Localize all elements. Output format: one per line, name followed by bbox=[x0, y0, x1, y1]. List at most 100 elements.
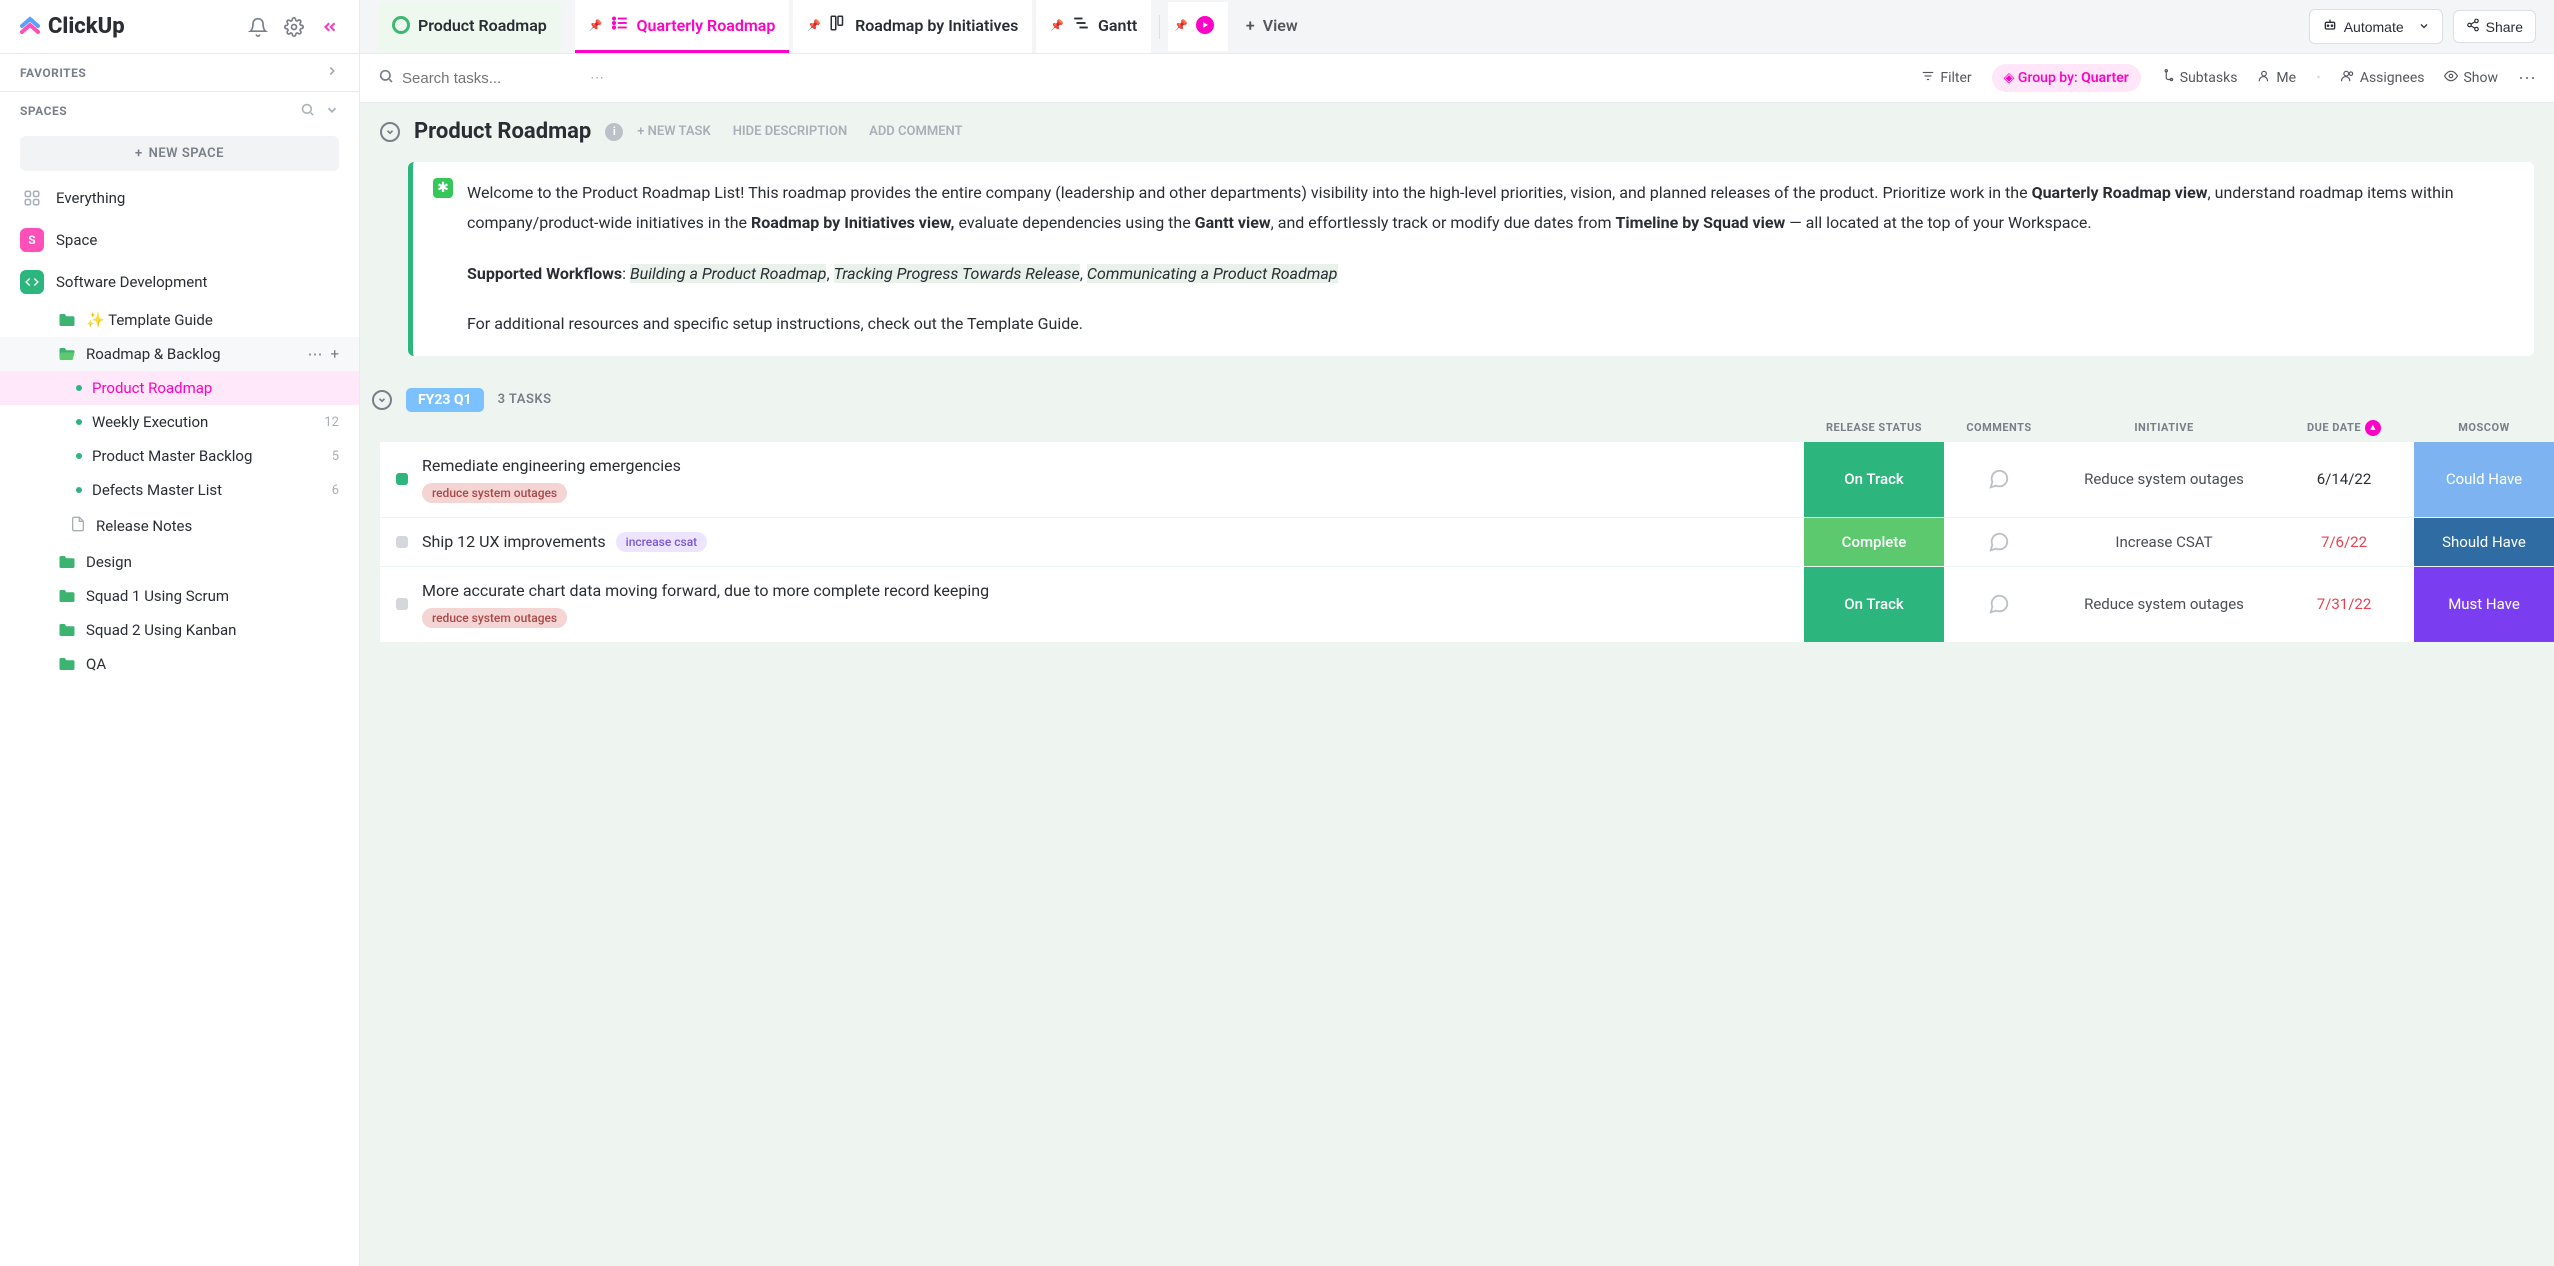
leaf-defects-count: 6 bbox=[332, 483, 339, 498]
filter-button[interactable]: Filter bbox=[1921, 69, 1971, 87]
comments-cell[interactable] bbox=[1944, 442, 2054, 517]
comments-cell[interactable] bbox=[1944, 567, 2054, 642]
tab-quarterly-roadmap[interactable]: 📌 Quarterly Roadmap bbox=[575, 0, 790, 53]
collapse-list-icon[interactable] bbox=[380, 122, 400, 142]
folder-icon bbox=[58, 312, 76, 328]
nav-space[interactable]: S Space bbox=[0, 219, 359, 261]
share-button[interactable]: Share bbox=[2453, 10, 2536, 43]
more-icon[interactable]: ⋯ bbox=[307, 345, 322, 363]
collapse-group-icon[interactable] bbox=[372, 390, 392, 410]
show-button[interactable]: Show bbox=[2444, 69, 2498, 87]
release-status-cell[interactable]: On Track bbox=[1804, 442, 1944, 517]
task-status-checkbox[interactable] bbox=[396, 536, 408, 548]
col-due-header[interactable]: DUE DATE ▲ bbox=[2274, 420, 2414, 436]
group-by-button[interactable]: ◈ Group by: Quarter bbox=[1992, 64, 2141, 92]
search-input[interactable] bbox=[402, 70, 582, 87]
tree-squad2[interactable]: Squad 2 Using Kanban bbox=[0, 613, 359, 647]
list-view-icon bbox=[611, 14, 629, 36]
task-status-checkbox[interactable] bbox=[396, 473, 408, 485]
filter-icon bbox=[1921, 69, 1935, 87]
logo[interactable]: ClickUp bbox=[18, 14, 125, 39]
moscow-cell[interactable]: Must Have bbox=[2414, 567, 2554, 642]
space-circle-icon bbox=[392, 16, 410, 34]
search-more-icon[interactable]: ⋯ bbox=[590, 70, 604, 86]
task-row[interactable]: Ship 12 UX improvements increase csat Comp… bbox=[380, 518, 2554, 567]
due-date-cell[interactable]: 7/31/22 bbox=[2274, 567, 2414, 642]
task-tag[interactable]: reduce system outages bbox=[422, 608, 567, 628]
settings-gear-icon[interactable] bbox=[283, 16, 305, 38]
add-view-button[interactable]: + View bbox=[1232, 2, 1312, 52]
group-pill[interactable]: FY23 Q1 bbox=[406, 388, 484, 412]
chevron-down-icon bbox=[2418, 19, 2430, 35]
tree-squad1[interactable]: Squad 1 Using Scrum bbox=[0, 579, 359, 613]
tab-roadmap-initiatives[interactable]: 📌 Roadmap by Initiatives bbox=[793, 0, 1032, 53]
collapse-sidebar-icon[interactable] bbox=[319, 16, 341, 38]
tab-next-indicator[interactable]: 📌 bbox=[1168, 2, 1228, 51]
nav-everything[interactable]: Everything bbox=[0, 177, 359, 219]
assignees-button[interactable]: Assignees bbox=[2341, 69, 2425, 87]
pin-icon: 📌 bbox=[1174, 19, 1188, 32]
task-row[interactable]: Remediate engineering emergencies reduce … bbox=[380, 442, 2554, 518]
col-initiative-header[interactable]: INITIATIVE bbox=[2054, 421, 2274, 434]
tab-gantt[interactable]: 📌 Gantt bbox=[1036, 0, 1151, 53]
spaces-header[interactable]: SPACES bbox=[0, 92, 359, 130]
task-name-cell: More accurate chart data moving forward,… bbox=[380, 567, 1804, 642]
subtasks-button[interactable]: Subtasks bbox=[2161, 69, 2238, 87]
toolbar-divider: • bbox=[2316, 70, 2321, 86]
release-status-cell[interactable]: On Track bbox=[1804, 567, 1944, 642]
task-name[interactable]: Ship 12 UX improvements bbox=[422, 532, 606, 551]
me-button[interactable]: Me bbox=[2257, 69, 2296, 87]
task-name[interactable]: Remediate engineering emergencies bbox=[422, 456, 681, 475]
notifications-icon[interactable] bbox=[247, 16, 269, 38]
task-tag[interactable]: reduce system outages bbox=[422, 483, 567, 503]
task-row[interactable]: More accurate chart data moving forward,… bbox=[380, 567, 2554, 643]
tree-design[interactable]: Design bbox=[0, 545, 359, 579]
task-tag[interactable]: increase csat bbox=[616, 532, 708, 552]
sort-asc-icon[interactable]: ▲ bbox=[2365, 420, 2381, 436]
tab-space[interactable]: Product Roadmap bbox=[378, 2, 561, 52]
comments-cell[interactable] bbox=[1944, 518, 2054, 566]
info-icon[interactable]: i bbox=[605, 123, 623, 141]
col-moscow-header[interactable]: MOSCOW bbox=[2414, 421, 2554, 434]
chevron-down-icon[interactable] bbox=[325, 103, 339, 120]
eye-icon bbox=[2444, 69, 2458, 87]
tree-roadmap-backlog[interactable]: Roadmap & Backlog ⋯ + bbox=[0, 337, 359, 371]
initiative-cell[interactable]: Increase CSAT bbox=[2054, 518, 2274, 566]
initiative-cell[interactable]: Reduce system outages bbox=[2054, 442, 2274, 517]
col-comments-header[interactable]: COMMENTS bbox=[1944, 421, 2054, 434]
leaf-product-master-backlog[interactable]: Product Master Backlog 5 bbox=[0, 439, 359, 473]
leaf-defects-master-list[interactable]: Defects Master List 6 bbox=[0, 473, 359, 507]
leaf-weekly-execution[interactable]: Weekly Execution 12 bbox=[0, 405, 359, 439]
view-tabs: Product Roadmap 📌 Quarterly Roadmap 📌 Ro… bbox=[360, 0, 2554, 54]
automate-button[interactable]: Automate bbox=[2309, 9, 2443, 44]
new-space-button[interactable]: + NEW SPACE bbox=[20, 136, 339, 171]
leaf-defects-label: Defects Master List bbox=[92, 481, 222, 499]
moscow-cell[interactable]: Should Have bbox=[2414, 518, 2554, 566]
initiative-cell[interactable]: Reduce system outages bbox=[2054, 567, 2274, 642]
add-icon[interactable]: + bbox=[330, 345, 339, 363]
search-box[interactable]: ⋯ bbox=[378, 68, 604, 88]
add-comment-button[interactable]: ADD COMMENT bbox=[869, 124, 962, 139]
tree-qa[interactable]: QA bbox=[0, 647, 359, 681]
assignees-label: Assignees bbox=[2360, 70, 2425, 86]
toolbar-more-icon[interactable]: ⋯ bbox=[2518, 68, 2536, 89]
nav-software-dev[interactable]: Software Development bbox=[0, 261, 359, 303]
tab-divider bbox=[1159, 15, 1160, 39]
clickup-logo-icon bbox=[18, 15, 42, 39]
leaf-release-notes[interactable]: Release Notes bbox=[0, 507, 359, 545]
hide-description-button[interactable]: HIDE DESCRIPTION bbox=[733, 124, 847, 139]
new-task-button[interactable]: + NEW TASK bbox=[637, 124, 710, 139]
tree-template-guide[interactable]: ✨ Template Guide bbox=[0, 303, 359, 337]
release-status-cell[interactable]: Complete bbox=[1804, 518, 1944, 566]
task-name[interactable]: More accurate chart data moving forward,… bbox=[422, 581, 989, 600]
pin-icon: 📌 bbox=[807, 19, 821, 32]
favorites-header[interactable]: FAVORITES bbox=[0, 54, 359, 91]
due-date-cell[interactable]: 6/14/22 bbox=[2274, 442, 2414, 517]
due-date-cell[interactable]: 7/6/22 bbox=[2274, 518, 2414, 566]
leaf-product-roadmap[interactable]: Product Roadmap bbox=[0, 371, 359, 405]
moscow-cell[interactable]: Could Have bbox=[2414, 442, 2554, 517]
task-status-checkbox[interactable] bbox=[396, 598, 408, 610]
col-status-header[interactable]: RELEASE STATUS bbox=[1804, 421, 1944, 434]
search-spaces-icon[interactable] bbox=[300, 102, 315, 120]
column-headers: RELEASE STATUS COMMENTS INITIATIVE DUE D… bbox=[380, 420, 2554, 442]
